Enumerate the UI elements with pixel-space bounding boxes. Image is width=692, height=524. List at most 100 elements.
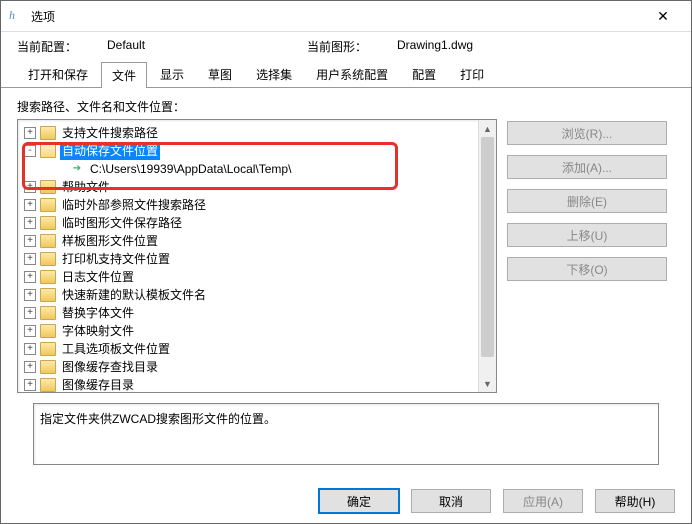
tab-7[interactable]: 打印 <box>449 61 495 87</box>
move-up-button[interactable]: 上移(U) <box>507 223 667 247</box>
folder-icon <box>40 288 56 302</box>
collapse-icon[interactable]: - <box>24 145 36 157</box>
tree-view[interactable]: + 支持文件搜索路径 - 自动保存文件位置 ➔ C:\Users\19939\AppDat… <box>17 119 497 393</box>
help-button[interactable]: 帮助(H) <box>595 489 675 513</box>
expand-icon[interactable]: + <box>24 379 36 391</box>
app-icon: h <box>9 8 25 24</box>
expand-icon[interactable]: + <box>24 325 36 337</box>
tree-node-6[interactable]: + 样板图形文件位置 <box>18 232 496 250</box>
remove-button[interactable]: 删除(E) <box>507 189 667 213</box>
tree-node-label: 临时图形文件保存路径 <box>60 214 184 232</box>
titlebar: h 选项 ✕ <box>1 1 691 32</box>
expand-icon[interactable]: + <box>24 235 36 247</box>
tree-node-label: 自动保存文件位置 <box>60 142 160 160</box>
expand-icon[interactable]: + <box>24 253 36 265</box>
drawing-label: 当前图形： <box>307 38 397 55</box>
tree-node-8[interactable]: + 日志文件位置 <box>18 268 496 286</box>
folder-icon <box>40 198 56 212</box>
expand-icon[interactable]: + <box>24 127 36 139</box>
folder-icon <box>40 126 56 140</box>
scroll-thumb[interactable] <box>481 137 494 357</box>
tree-node-12[interactable]: + 工具选项板文件位置 <box>18 340 496 358</box>
browse-button[interactable]: 浏览(R)... <box>507 121 667 145</box>
tree-node-label: 字体映射文件 <box>60 322 136 340</box>
scroll-up-icon[interactable]: ▲ <box>479 120 496 137</box>
tab-5[interactable]: 用户系统配置 <box>305 61 399 87</box>
ok-button[interactable]: 确定 <box>319 489 399 513</box>
move-down-button[interactable]: 下移(O) <box>507 257 667 281</box>
options-window: h 选项 ✕ 当前配置： Default 当前图形： Drawing1.dwg … <box>0 0 692 524</box>
tree-node-7[interactable]: + 打印机支持文件位置 <box>18 250 496 268</box>
close-button[interactable]: ✕ <box>643 1 683 31</box>
tree-node-label: 工具选项板文件位置 <box>60 340 172 358</box>
tree-node-3[interactable]: + 帮助文件 <box>18 178 496 196</box>
side-button-column: 浏览(R)... 添加(A)... 删除(E) 上移(U) 下移(O) <box>507 119 667 393</box>
expand-icon[interactable]: + <box>24 199 36 211</box>
folder-icon <box>40 180 56 194</box>
tree-node-11[interactable]: + 字体映射文件 <box>18 322 496 340</box>
tab-0[interactable]: 打开和保存 <box>17 61 99 87</box>
folder-icon <box>40 144 56 158</box>
tree-node-label: 打印机支持文件位置 <box>60 250 172 268</box>
expand-icon[interactable]: + <box>24 307 36 319</box>
tree-node-label: C:\Users\19939\AppData\Local\Temp\ <box>88 160 293 178</box>
close-icon: ✕ <box>657 8 669 25</box>
tab-3[interactable]: 草图 <box>197 61 243 87</box>
tree-node-label: 图像缓存目录 <box>60 376 136 393</box>
folder-icon <box>40 252 56 266</box>
tree-node-10[interactable]: + 替换字体文件 <box>18 304 496 322</box>
tree-node-2[interactable]: ➔ C:\Users\19939\AppData\Local\Temp\ <box>18 160 496 178</box>
description-text: 指定文件夹供ZWCAD搜索图形文件的位置。 <box>40 412 276 426</box>
tree-node-label: 样板图形文件位置 <box>60 232 160 250</box>
tab-6[interactable]: 配置 <box>401 61 447 87</box>
tab-1[interactable]: 文件 <box>101 62 147 88</box>
add-button[interactable]: 添加(A)... <box>507 155 667 179</box>
description-box: 指定文件夹供ZWCAD搜索图形文件的位置。 <box>33 403 659 465</box>
scroll-down-icon[interactable]: ▼ <box>479 375 496 392</box>
arrow-icon: ➔ <box>70 163 84 175</box>
tree-node-label: 帮助文件 <box>60 178 112 196</box>
expand-icon[interactable]: + <box>24 361 36 373</box>
tree-node-5[interactable]: + 临时图形文件保存路径 <box>18 214 496 232</box>
folder-icon <box>40 234 56 248</box>
expand-icon[interactable]: + <box>24 343 36 355</box>
tree-node-label: 日志文件位置 <box>60 268 136 286</box>
tree-node-label: 快速新建的默认模板文件名 <box>60 286 208 304</box>
tree-node-1[interactable]: - 自动保存文件位置 <box>18 142 496 160</box>
expand-icon[interactable]: + <box>24 217 36 229</box>
tree-node-13[interactable]: + 图像缓存查找目录 <box>18 358 496 376</box>
folder-icon <box>40 360 56 374</box>
window-title: 选项 <box>31 8 643 25</box>
apply-button[interactable]: 应用(A) <box>503 489 583 513</box>
drawing-value: Drawing1.dwg <box>397 38 597 55</box>
folder-icon <box>40 216 56 230</box>
scroll-track[interactable] <box>479 137 496 375</box>
scrollbar-vertical[interactable]: ▲ ▼ <box>478 120 496 392</box>
tree-container: + 支持文件搜索路径 - 自动保存文件位置 ➔ C:\Users\19939\AppDat… <box>17 119 675 393</box>
folder-icon <box>40 270 56 284</box>
tree-node-label: 支持文件搜索路径 <box>60 124 160 142</box>
folder-icon <box>40 324 56 338</box>
tree-node-0[interactable]: + 支持文件搜索路径 <box>18 124 496 142</box>
config-value: Default <box>107 38 307 55</box>
tree-node-label: 临时外部参照文件搜索路径 <box>60 196 208 214</box>
info-row: 当前配置： Default 当前图形： Drawing1.dwg <box>1 32 691 61</box>
folder-icon <box>40 306 56 320</box>
tab-4[interactable]: 选择集 <box>245 61 303 87</box>
tree-node-14[interactable]: + 图像缓存目录 <box>18 376 496 393</box>
tree-connector <box>54 163 66 175</box>
content-area: 搜索路径、文件名和文件位置： + 支持文件搜索路径 - 自动保存文件位置 ➔ C:\Use… <box>1 88 691 475</box>
tab-2[interactable]: 显示 <box>149 61 195 87</box>
tree-node-label: 图像缓存查找目录 <box>60 358 160 376</box>
cancel-button[interactable]: 取消 <box>411 489 491 513</box>
expand-icon[interactable]: + <box>24 181 36 193</box>
section-label: 搜索路径、文件名和文件位置： <box>17 98 675 115</box>
tree-node-9[interactable]: + 快速新建的默认模板文件名 <box>18 286 496 304</box>
expand-icon[interactable]: + <box>24 271 36 283</box>
expand-icon[interactable]: + <box>24 289 36 301</box>
config-label: 当前配置： <box>17 38 107 55</box>
folder-icon <box>40 342 56 356</box>
folder-icon <box>40 378 56 392</box>
tree-node-label: 替换字体文件 <box>60 304 136 322</box>
tree-node-4[interactable]: + 临时外部参照文件搜索路径 <box>18 196 496 214</box>
